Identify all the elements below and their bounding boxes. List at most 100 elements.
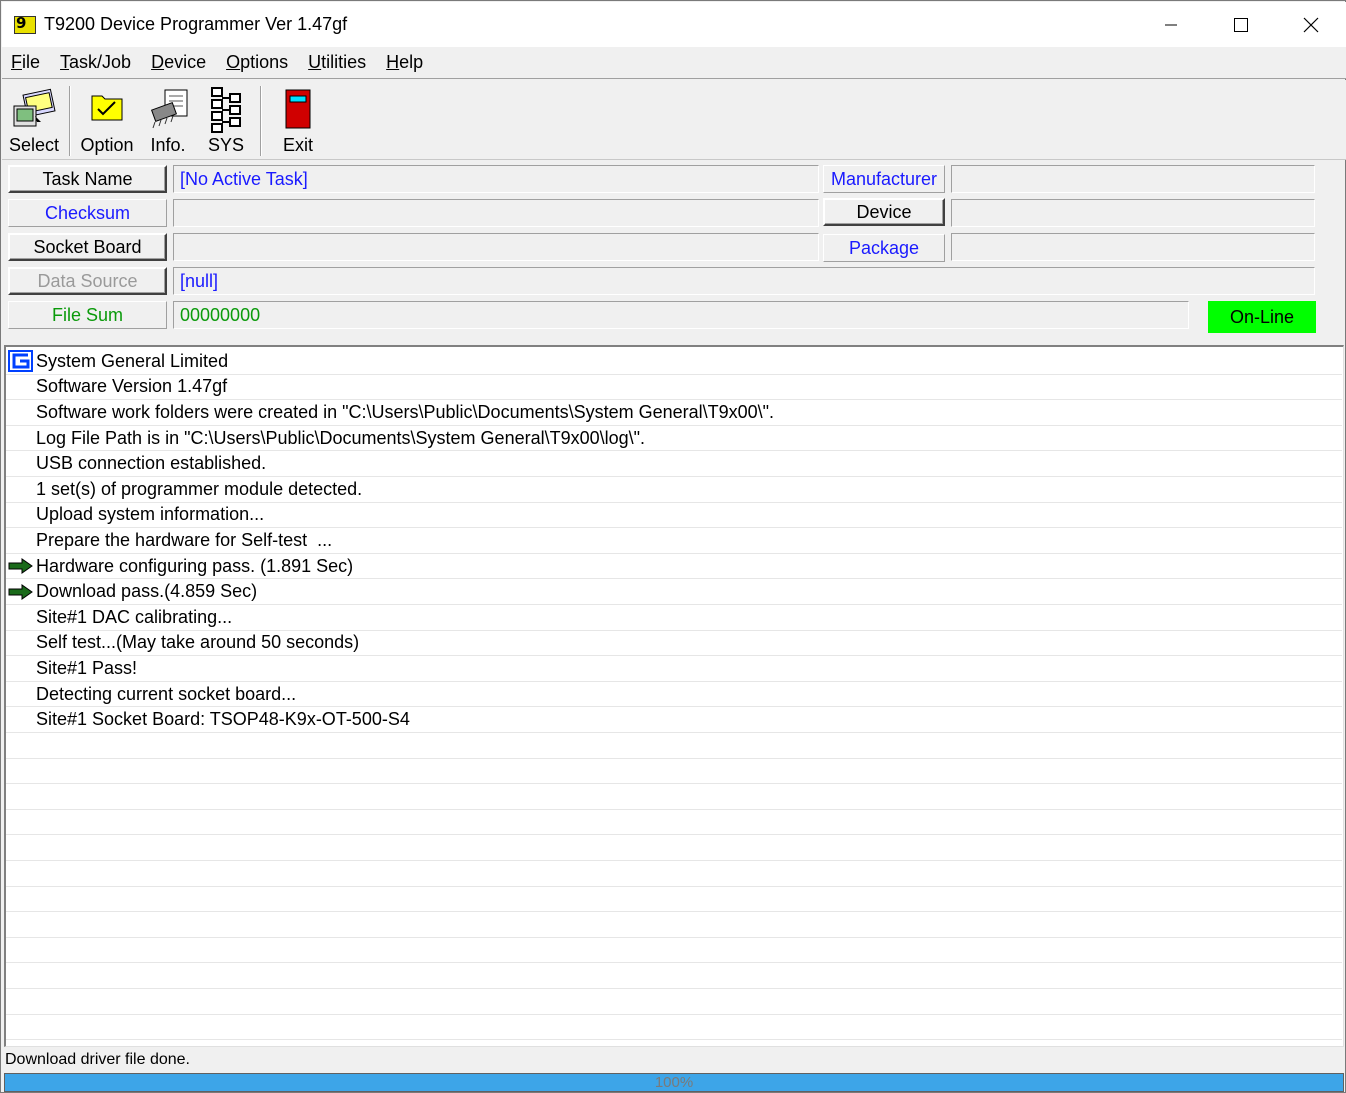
log-icon-blank — [6, 683, 36, 705]
arrow-right-icon — [6, 555, 36, 577]
log-text: Site#1 DAC calibrating... — [36, 606, 233, 627]
task-name-field: [No Active Task] — [173, 165, 819, 193]
device-field — [951, 199, 1315, 227]
log-text: Download pass.(4.859 Sec) — [36, 581, 258, 602]
log-text: Site#1 Socket Board: TSOP48-K9x-OT-500-S… — [36, 709, 410, 730]
progress-text: 100% — [654, 1074, 694, 1091]
message-log[interactable]: System General Limited Software Version 1… — [4, 345, 1344, 1047]
status-message: Download driver file done. — [5, 1051, 190, 1068]
online-status-badge: On-Line — [1208, 301, 1316, 333]
select-button[interactable]: Select — [5, 82, 63, 158]
progress-bar: 100% — [4, 1073, 1344, 1092]
log-row: 1 set(s) of programmer module detected. — [6, 477, 1342, 503]
task-name-button[interactable]: Task Name — [8, 165, 167, 193]
title-bar: 9 T9200 Device Programmer Ver 1.47gf — [2, 2, 1346, 47]
package-label: Package — [823, 234, 945, 262]
log-icon-blank — [6, 427, 36, 449]
exit-button[interactable]: Exit — [270, 82, 326, 158]
log-icon-blank — [6, 632, 36, 654]
sys-label: SYS — [207, 135, 245, 155]
manufacturer-field — [951, 165, 1315, 193]
menu-file[interactable]: File — [11, 52, 40, 73]
log-row — [6, 784, 1342, 810]
log-text: Hardware configuring pass. (1.891 Sec) — [36, 555, 354, 576]
status-bar: Download driver file done. — [4, 1048, 1344, 1072]
menu-utilities[interactable]: Utilities — [308, 52, 366, 73]
log-text: 1 set(s) of programmer module detected. — [36, 478, 363, 499]
arrow-right-icon — [6, 581, 36, 603]
menu-options[interactable]: Options — [226, 52, 288, 73]
close-button[interactable] — [1276, 2, 1346, 47]
log-row: Site#1 Pass! — [6, 656, 1342, 682]
log-row — [6, 759, 1342, 785]
log-row: Detecting current socket board... — [6, 682, 1342, 708]
log-icon-blank — [6, 709, 36, 731]
data-source-field: [null] — [173, 267, 1315, 295]
sys-tree-icon — [211, 87, 241, 133]
log-row: Site#1 DAC calibrating... — [6, 605, 1342, 631]
log-icon-blank — [6, 504, 36, 526]
log-row: Software Version 1.47gf — [6, 375, 1342, 401]
window-title: T9200 Device Programmer Ver 1.47gf — [44, 14, 348, 34]
log-icon-blank — [6, 657, 36, 679]
maximize-button[interactable] — [1206, 2, 1276, 47]
socket-board-button[interactable]: Socket Board — [8, 233, 167, 261]
app-window: 9 T9200 Device Programmer Ver 1.47gf Fil… — [0, 0, 1346, 1093]
minimize-icon — [1165, 24, 1177, 25]
log-icon-blank — [6, 606, 36, 628]
programmer-app-icon: 9 — [14, 14, 38, 36]
menu-task-job[interactable]: Task/Job — [60, 52, 131, 73]
log-text: Software Version 1.47gf — [36, 376, 228, 397]
file-sum-field: 00000000 — [173, 301, 1189, 329]
log-row — [6, 938, 1342, 964]
log-icon-blank — [6, 453, 36, 475]
log-text: Site#1 Pass! — [36, 657, 138, 678]
package-field — [951, 233, 1315, 261]
toolbar-separator — [260, 86, 262, 156]
data-source-button[interactable]: Data Source — [8, 267, 167, 295]
log-row: Prepare the hardware for Self-test ... — [6, 528, 1342, 554]
sys-button[interactable]: SYS — [200, 82, 252, 158]
minimize-button[interactable] — [1136, 2, 1206, 47]
log-text: System General Limited — [36, 350, 229, 371]
option-label: Option — [80, 135, 134, 155]
log-row: Upload system information... — [6, 503, 1342, 529]
exit-label: Exit — [282, 135, 313, 155]
option-button[interactable]: Option — [78, 82, 136, 158]
toolbar-separator — [69, 86, 71, 156]
log-row — [6, 989, 1342, 1015]
log-row — [6, 835, 1342, 861]
log-row — [6, 963, 1342, 989]
log-text: Log File Path is in "C:\Users\Public\Doc… — [36, 427, 646, 448]
log-row — [6, 861, 1342, 887]
manufacturer-label: Manufacturer — [823, 165, 945, 193]
log-text: USB connection established. — [36, 453, 267, 474]
checksum-field — [173, 199, 819, 227]
toolbar: Select Option Info. SYS Exit — [2, 80, 1346, 160]
log-icon-blank — [6, 529, 36, 551]
log-row: System General Limited — [6, 349, 1342, 375]
device-button[interactable]: Device — [823, 198, 945, 226]
log-row: Hardware configuring pass. (1.891 Sec) — [6, 554, 1342, 580]
log-text: Prepare the hardware for Self-test ... — [36, 529, 333, 550]
info-chip-icon — [150, 89, 188, 129]
option-folder-icon — [91, 95, 123, 121]
select-device-icon — [13, 88, 56, 127]
log-icon-blank — [6, 401, 36, 423]
log-icon-blank — [6, 376, 36, 398]
socket-board-field — [173, 233, 819, 261]
log-row — [6, 733, 1342, 759]
checksum-label: Checksum — [8, 199, 167, 227]
exit-door-icon — [285, 89, 311, 129]
menu-help[interactable]: Help — [386, 52, 423, 73]
info-button[interactable]: Info. — [142, 82, 194, 158]
log-row: USB connection established. — [6, 451, 1342, 477]
log-row: Software work folders were created in "C… — [6, 400, 1342, 426]
log-text: Self test...(May take around 50 seconds) — [36, 632, 360, 653]
log-icon-blank — [6, 478, 36, 500]
log-text: Upload system information... — [36, 504, 265, 525]
log-row — [6, 1015, 1342, 1041]
menu-device[interactable]: Device — [151, 52, 206, 73]
log-text: Detecting current socket board... — [36, 683, 297, 704]
close-icon — [1303, 17, 1319, 32]
